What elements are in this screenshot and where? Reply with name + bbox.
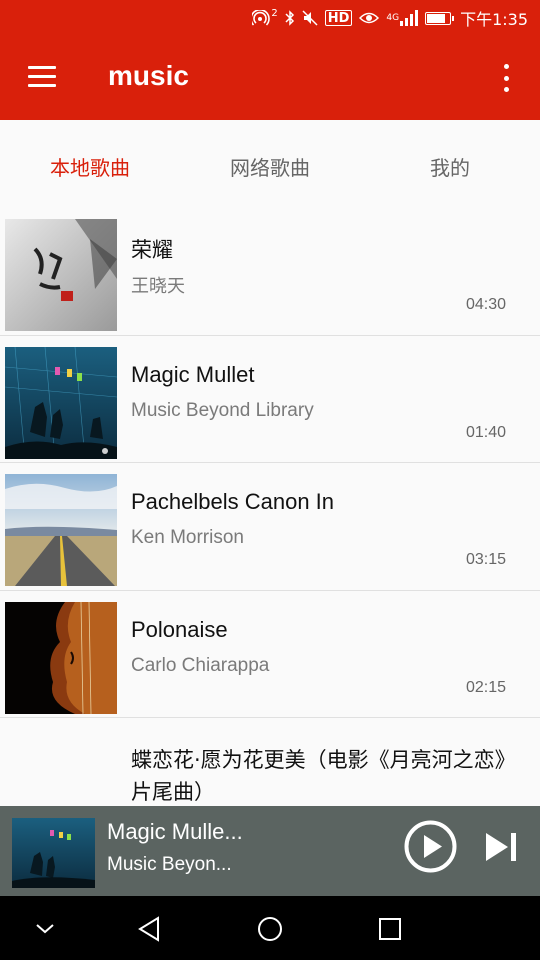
home-icon[interactable] — [253, 912, 287, 946]
song-row[interactable]: Polonaise Carlo Chiarappa 02:15 — [0, 590, 540, 718]
song-title: Magic Mullet — [131, 361, 255, 387]
song-duration: 03:15 — [465, 551, 506, 568]
tab-online-songs[interactable]: 网络歌曲 — [200, 152, 340, 181]
network-type: 4G — [386, 13, 400, 23]
song-row[interactable]: Magic Mullet Music Beyond Library 01:40 — [0, 335, 540, 463]
eye-icon — [359, 10, 380, 26]
hotspot-icon — [250, 9, 272, 26]
status-time: 下午1:35 — [460, 10, 528, 29]
skip-next-icon[interactable] — [484, 830, 518, 864]
now-playing-title: Magic Mulle... — [107, 819, 243, 844]
back-icon[interactable] — [133, 912, 167, 946]
now-playing-artist: Music Beyon... — [107, 854, 232, 875]
album-cover — [5, 474, 117, 586]
hd-badge: HD — [324, 10, 353, 26]
song-artist: Ken Morrison — [131, 527, 244, 548]
collapse-chevron-icon[interactable] — [28, 912, 62, 946]
song-duration: 02:15 — [465, 678, 506, 696]
battery-icon — [425, 11, 455, 25]
album-cover — [5, 219, 117, 331]
status-icons: 2 HD 4G 下午1:35 — [250, 6, 528, 30]
mute-icon — [302, 10, 318, 26]
status-bar: 2 HD 4G 下午1:35 — [0, 0, 540, 36]
system-nav-bar — [0, 896, 540, 960]
song-title: 荣耀 — [131, 238, 173, 262]
album-cover — [5, 601, 117, 714]
album-cover — [5, 346, 117, 459]
tab-local-songs[interactable]: 本地歌曲 — [20, 152, 160, 181]
play-circle-icon[interactable] — [404, 820, 457, 873]
song-artist: 王晓天 — [131, 276, 185, 297]
song-title: Polonaise — [131, 616, 228, 642]
song-row[interactable]: Pachelbels Canon In Ken Morrison 03:15 — [0, 463, 540, 591]
app-title: music — [108, 60, 189, 91]
hotspot-count: 2 — [271, 8, 278, 19]
app-bar: music — [0, 36, 540, 120]
recents-icon[interactable] — [373, 912, 407, 946]
song-artist: Music Beyond Library — [131, 399, 314, 421]
song-duration: 04:30 — [465, 296, 506, 313]
now-playing-bar[interactable]: Magic Mulle... Music Beyon... — [0, 806, 540, 896]
song-title: Pachelbels Canon In — [131, 489, 335, 514]
song-duration: 01:40 — [465, 423, 506, 441]
signal-icon — [400, 10, 419, 26]
now-playing-cover — [12, 818, 95, 888]
song-row[interactable]: 蝶恋花·愿为花更美（电影《月亮河之恋》片尾曲） — [0, 718, 540, 818]
song-artist: Carlo Chiarappa — [131, 654, 270, 676]
more-vertical-icon[interactable] — [496, 64, 516, 92]
tab-bar: 本地歌曲 网络歌曲 我的 — [0, 120, 540, 210]
hamburger-menu-icon[interactable] — [28, 66, 56, 88]
tab-mine[interactable]: 我的 — [380, 152, 520, 181]
bluetooth-icon — [285, 10, 295, 26]
song-row[interactable]: 荣耀 王晓天 04:30 — [0, 208, 540, 336]
song-title: 蝶恋花·愿为花更美（电影《月亮河之恋》片尾曲） — [131, 748, 516, 804]
song-list: 荣耀 王晓天 04:30 Magic Mullet Music Beyond L… — [0, 208, 540, 818]
